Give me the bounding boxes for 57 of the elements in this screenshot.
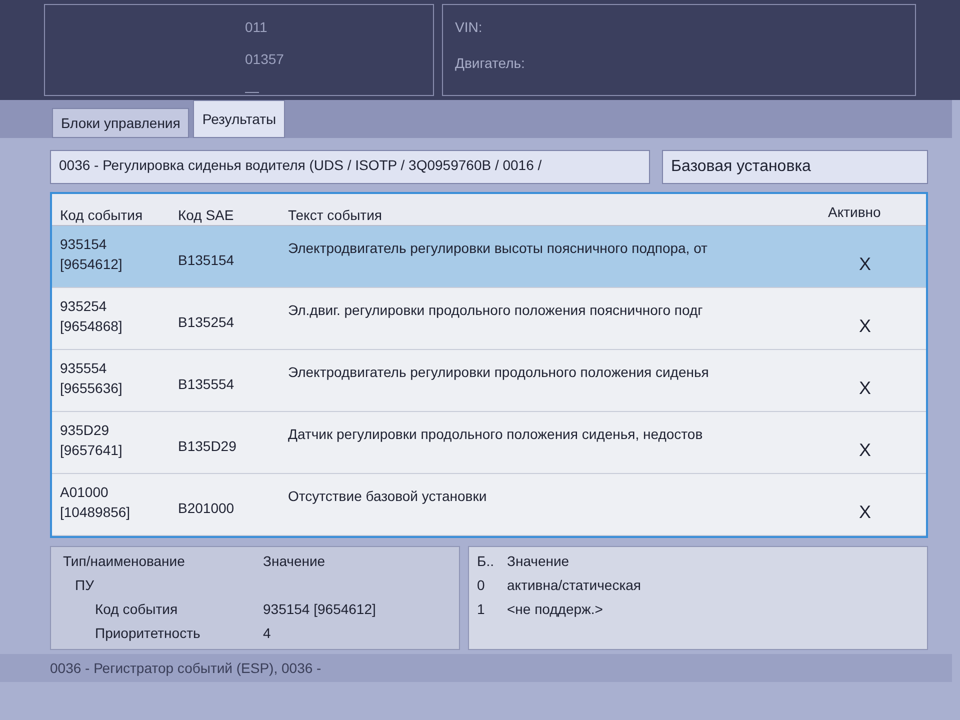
sae-code: B135254	[177, 313, 236, 332]
table-row[interactable]: 935154 [9654612] B135154 Электродвигатель регулировки высоты поясничного подпора, от X	[52, 226, 926, 288]
tree-value: 4	[263, 624, 271, 643]
bit-value: активна/статическая	[507, 576, 641, 595]
event-code: 935554	[60, 359, 108, 378]
active-mark: X	[858, 439, 872, 462]
table-row[interactable]: 935D29 [9657641] B135D29 Датчик регулировки продольного положения сиденья, недостов X	[52, 412, 926, 474]
event-code: [9654612]	[60, 255, 124, 274]
info-value: —	[245, 82, 260, 101]
event-code: 935D29	[60, 421, 110, 440]
event-text: Эл.двиг. регулировки продольного положения поясничного подг	[287, 301, 704, 320]
event-text: Электродвигатель регулировки высоты поясничного подпора, от	[287, 239, 708, 258]
sae-code: B135154	[177, 251, 236, 270]
event-code: A01000	[60, 483, 110, 502]
table-row[interactable]: 935554 [9655636] B135554 Электродвигатель регулировки продольного положения сиденья X	[52, 350, 926, 412]
column-header: Тип/наименование	[63, 552, 186, 571]
event-text: Отсутствие базовой установки	[287, 487, 488, 506]
bit-value: <не поддерж.>	[507, 600, 603, 619]
event-code: [9655636]	[60, 379, 124, 398]
event-code: [9654868]	[60, 317, 124, 336]
sae-code: B201000	[177, 499, 236, 518]
column-header: Код события	[59, 206, 144, 225]
active-mark: X	[858, 253, 872, 276]
info-label: VIN:	[455, 18, 484, 37]
tree-value: 935154 [9654612]	[263, 600, 376, 619]
column-header: Текст события	[287, 206, 383, 225]
tab[interactable]: Результаты	[193, 100, 286, 138]
info-label: Двигатель:	[455, 54, 526, 73]
column-header: Значение	[263, 552, 326, 571]
info-value: 011	[245, 18, 268, 37]
sae-code: B135D29	[177, 437, 238, 456]
column-header: Б..	[477, 552, 495, 571]
event-text: Электродвигатель регулировки продольного положения сиденья	[287, 363, 710, 382]
tree-item: ПУ	[75, 576, 95, 595]
event-code: 935254	[60, 297, 108, 316]
event-text: Датчик регулировки продольного положения сиденья, недостов	[287, 425, 704, 444]
mode-dropdown[interactable]: Базовая установка	[662, 150, 928, 184]
active-mark: X	[858, 501, 872, 524]
table-row[interactable]: A01000 [10489856] B201000 Отсутствие базовой установки X	[52, 474, 926, 536]
bit-number: 1	[477, 600, 486, 619]
active-mark: X	[858, 315, 872, 338]
unit-title-field: 0036 - Регулировка сиденья водителя (UDS / ISOTP / 3Q0959760B / 0016 /	[50, 150, 650, 184]
event-code: [10489856]	[60, 503, 132, 522]
tab[interactable]: Блоки управления	[52, 108, 190, 138]
column-header: Активно	[827, 203, 882, 222]
event-code: [9657641]	[60, 441, 124, 460]
tree-item: Код события	[95, 600, 179, 619]
event-code: 935154	[60, 235, 108, 254]
status-text: 0036 - Регистратор событий (ESP), 0036 -	[50, 659, 322, 678]
active-mark: X	[858, 377, 872, 400]
info-value: 01357	[245, 50, 285, 69]
column-header: Код SAE	[177, 206, 235, 225]
column-header: Значение	[507, 552, 570, 571]
tree-item: Приоритетность	[95, 624, 202, 643]
sae-code: B135554	[177, 375, 236, 394]
bit-number: 0	[477, 576, 486, 595]
table-row[interactable]: 935254 [9654868] B135254 Эл.двиг. регулировки продольного положения поясничного подг X	[52, 288, 926, 350]
